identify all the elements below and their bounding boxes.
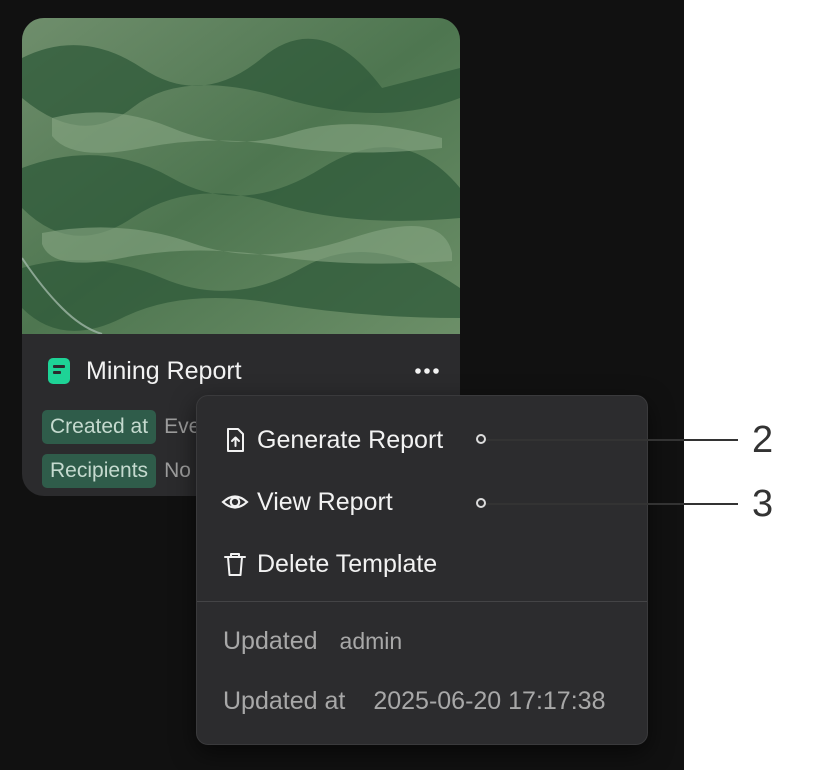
delete-template-menu-item[interactable]: Delete Template	[221, 544, 437, 584]
meta-badge: Created at	[42, 410, 157, 444]
updated-by-row: Updated admin	[223, 624, 402, 658]
callout-dot-3	[476, 498, 486, 508]
card-title-row: Mining Report	[48, 354, 440, 388]
updated-value: admin	[339, 627, 403, 654]
menu-item-label: Generate Report	[257, 425, 444, 454]
menu-divider	[197, 601, 647, 602]
generate-report-menu-item[interactable]: Generate Report	[221, 420, 443, 460]
context-menu: Generate Report View Report Delete Templ…	[196, 395, 648, 745]
updated-at-row: Updated at 2025-06-20 17:17:38	[223, 684, 605, 718]
meta-badge: Recipients	[42, 454, 157, 488]
callout-number-3: 3	[752, 483, 774, 525]
file-upload-icon	[221, 426, 249, 454]
card-title: Mining Report	[86, 356, 242, 385]
meta-row-recipients: Recipients No	[42, 454, 191, 488]
eye-icon	[221, 488, 249, 516]
updated-label: Updated	[223, 626, 318, 655]
menu-item-label: Delete Template	[257, 549, 438, 578]
trash-icon	[221, 550, 249, 578]
updated-at-value: 2025-06-20 17:17:38	[373, 686, 606, 715]
callout-number-2: 2	[752, 419, 774, 461]
more-options-icon[interactable]	[414, 367, 440, 375]
updated-at-label: Updated at	[223, 686, 346, 715]
view-report-menu-item[interactable]: View Report	[221, 482, 393, 522]
callout-dot-2	[476, 434, 486, 444]
meta-row-created-at: Created at Every	[42, 410, 218, 444]
satellite-thumbnail	[22, 18, 460, 334]
menu-item-label: View Report	[257, 487, 393, 516]
meta-value: No	[164, 459, 191, 482]
callout-line-2	[484, 439, 738, 441]
document-icon	[48, 358, 70, 384]
callout-line-3	[484, 503, 738, 505]
